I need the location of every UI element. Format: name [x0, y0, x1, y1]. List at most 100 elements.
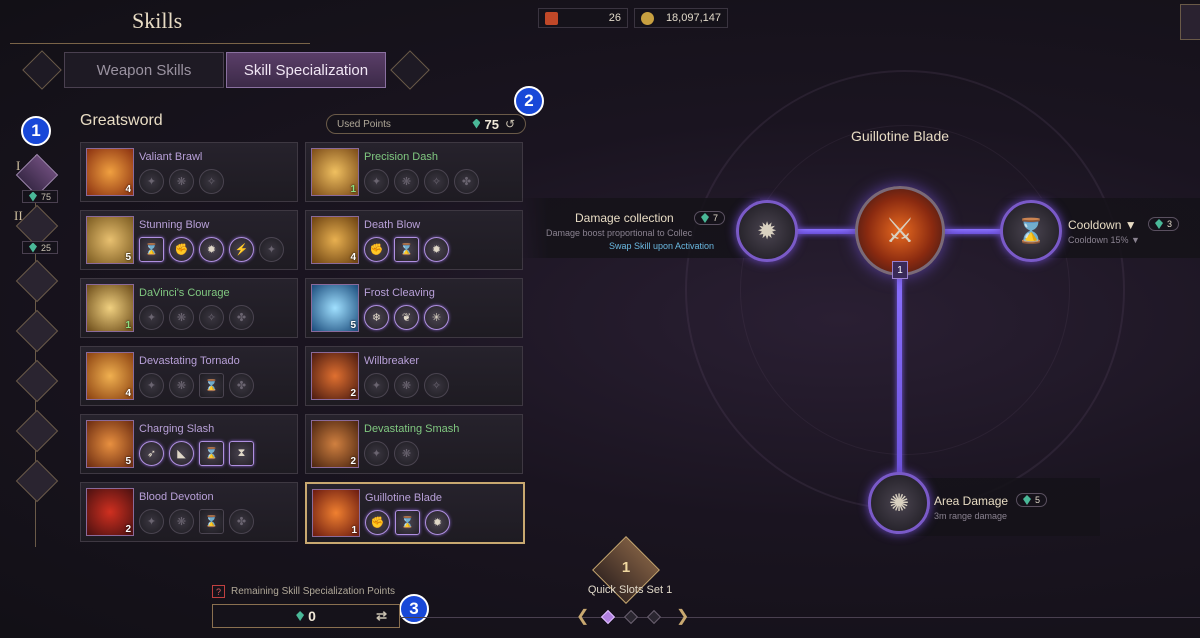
locked-node-icon[interactable]: ❋	[169, 305, 194, 330]
skill-card-devastating-tornado[interactable]: 4 Devastating Tornado ✦ ❋ ⌛ ✤	[80, 346, 298, 406]
skill-level: 1	[350, 184, 356, 195]
right-node-points: 3	[1148, 217, 1180, 231]
locked-node-icon[interactable]: ❋	[169, 509, 194, 534]
precision-dash-icon: 1	[311, 148, 359, 196]
callout-badge-1: 1	[21, 116, 51, 146]
ticket-value: 26	[608, 12, 621, 24]
tier-2-points: 25	[22, 241, 58, 254]
locked-node-icon[interactable]: ⌛	[199, 373, 224, 398]
skill-card-charging-slash[interactable]: 5 Charging Slash ➶ ◣ ⌛ ⧗	[80, 414, 298, 474]
sword-icon: ⚔	[884, 212, 916, 250]
burst-node-icon[interactable]: ✹	[424, 237, 449, 262]
cooldown-node-icon[interactable]: ⧗	[229, 441, 254, 466]
skill-name: Death Blow	[364, 219, 421, 231]
locked-node-icon[interactable]: ✤	[229, 373, 254, 398]
locked-node-icon[interactable]: ❋	[169, 169, 194, 194]
used-points-label: Used Points	[337, 118, 391, 130]
slash-node-icon[interactable]: ➶	[139, 441, 164, 466]
tier-5-diamond[interactable]	[15, 359, 59, 403]
tab-weapon-skills[interactable]: Weapon Skills	[64, 52, 224, 88]
strike-node-icon[interactable]: ⚡	[229, 237, 254, 262]
skill-card-willbreaker[interactable]: 2 Willbreaker ✦ ❋ ✧	[305, 346, 523, 406]
snowflake-node-icon[interactable]: ❄	[364, 305, 389, 330]
locked-node-icon[interactable]: ✦	[364, 441, 389, 466]
skill-card-frost-cleaving[interactable]: 5 Frost Cleaving ❄ ❦ ✳	[305, 278, 523, 338]
burst-node-icon[interactable]: ✹	[199, 237, 224, 262]
locked-node-icon[interactable]: ❋	[169, 373, 194, 398]
tab-skill-specialization[interactable]: Skill Specialization	[226, 52, 386, 88]
node-row: ✦ ❋ ⌛ ✤	[139, 373, 254, 398]
locked-node-icon[interactable]: ✤	[229, 509, 254, 534]
area-damage-node[interactable]: ✺	[868, 472, 930, 534]
help-icon[interactable]: ?	[212, 585, 225, 598]
leaf-node-icon[interactable]: ❦	[394, 305, 419, 330]
quick-slot-page-1[interactable]	[600, 609, 616, 625]
burst-node-icon[interactable]: ✹	[425, 510, 450, 535]
skill-card-precision-dash[interactable]: 1 Precision Dash ✦ ❋ ✧ ✤	[305, 142, 523, 202]
tab-prev-arrow[interactable]	[22, 50, 62, 90]
locked-node-icon[interactable]: ✦	[139, 509, 164, 534]
locked-node-icon[interactable]: ✦	[364, 169, 389, 194]
locked-node-icon[interactable]: ⌛	[199, 509, 224, 534]
bottom-node-desc: 3m range damage	[934, 511, 1008, 521]
locked-node-icon[interactable]: ❋	[394, 169, 419, 194]
fist-node-icon[interactable]: ✊	[169, 237, 194, 262]
locked-node-icon[interactable]: ✧	[424, 373, 449, 398]
locked-node-icon[interactable]: ✦	[139, 373, 164, 398]
locked-node-icon[interactable]: ✦	[364, 373, 389, 398]
tier-1-points: 75	[22, 190, 58, 203]
star-node-icon[interactable]: ✳	[424, 305, 449, 330]
tier-7-diamond[interactable]	[15, 459, 59, 503]
skill-card-davincis-courage[interactable]: 1 DaVinci's Courage ✦ ❋ ✧ ✤	[80, 278, 298, 338]
boot-node-icon[interactable]: ◣	[169, 441, 194, 466]
tier-4-diamond[interactable]	[15, 309, 59, 353]
skill-card-devastating-smash[interactable]: 2 Devastating Smash ✦ ❋	[305, 414, 523, 474]
locked-node-icon[interactable]: ✧	[424, 169, 449, 194]
quick-slot-prev-icon[interactable]: ❮	[576, 606, 589, 626]
skill-name: Frost Cleaving	[364, 287, 435, 299]
skill-name: Willbreaker	[364, 355, 420, 367]
locked-node-icon[interactable]: ✦	[139, 169, 164, 194]
tab-next-arrow[interactable]	[390, 50, 430, 90]
locked-node-icon[interactable]: ✤	[454, 169, 479, 194]
skill-card-valiant-brawl[interactable]: 4 Valiant Brawl ✦ ❋ ✧	[80, 142, 298, 202]
fist-node-icon[interactable]: ✊	[364, 237, 389, 262]
reset-icon[interactable]: ↺	[505, 117, 515, 131]
hourglass-node-icon[interactable]: ⌛	[394, 237, 419, 262]
node-row: ✦ ❋ ⌛ ✤	[139, 509, 254, 534]
fist-node-icon[interactable]: ✊	[365, 510, 390, 535]
skill-level: 5	[350, 320, 356, 331]
locked-node-icon[interactable]: ❋	[394, 373, 419, 398]
hourglass-node-icon[interactable]: ⌛	[139, 237, 164, 262]
locked-node-icon[interactable]: ❋	[394, 441, 419, 466]
locked-node-icon[interactable]: ✦	[139, 305, 164, 330]
node-row: ❄ ❦ ✳	[364, 305, 449, 330]
gem-icon	[701, 213, 709, 223]
refresh-icon[interactable]: ⇄	[376, 608, 387, 624]
damage-collection-node[interactable]: ✹	[736, 200, 798, 262]
quick-slot-page-2[interactable]	[623, 609, 639, 625]
skill-card-blood-devotion[interactable]: 2 Blood Devotion ✦ ❋ ⌛ ✤	[80, 482, 298, 542]
locked-node-icon[interactable]: ✦	[259, 237, 284, 262]
cooldown-node[interactable]: ⌛	[1000, 200, 1062, 262]
skill-level: 2	[350, 388, 356, 399]
left-node-points: 7	[694, 211, 726, 225]
tier-6-diamond[interactable]	[15, 409, 59, 453]
node-row: ➶ ◣ ⌛ ⧗	[139, 441, 254, 466]
skill-card-death-blow[interactable]: 4 Death Blow ✊ ⌛ ✹	[305, 210, 523, 270]
quick-slot-next-icon[interactable]: ❯	[676, 606, 689, 626]
tree-connector-vertical	[897, 270, 902, 496]
locked-node-icon[interactable]: ✧	[199, 305, 224, 330]
locked-node-icon[interactable]: ✧	[199, 169, 224, 194]
locked-node-icon[interactable]: ✤	[229, 305, 254, 330]
tier-3-diamond[interactable]	[15, 259, 59, 303]
quick-slot-label: Quick Slots Set 1	[587, 584, 673, 596]
hourglass-node-icon[interactable]: ⌛	[395, 510, 420, 535]
hourglass-node-icon[interactable]: ⌛	[199, 441, 224, 466]
left-node-points-value: 7	[713, 213, 719, 223]
skill-card-guillotine-blade[interactable]: 1 Guillotine Blade ✊ ⌛ ✹	[305, 482, 525, 544]
skill-card-stunning-blow[interactable]: 5 Stunning Blow ⌛ ✊ ✹ ⚡ ✦	[80, 210, 298, 270]
menu-corner-button[interactable]	[1180, 4, 1200, 40]
quick-slot-page-3[interactable]	[646, 609, 662, 625]
guillotine-blade-icon: 1	[312, 489, 360, 537]
